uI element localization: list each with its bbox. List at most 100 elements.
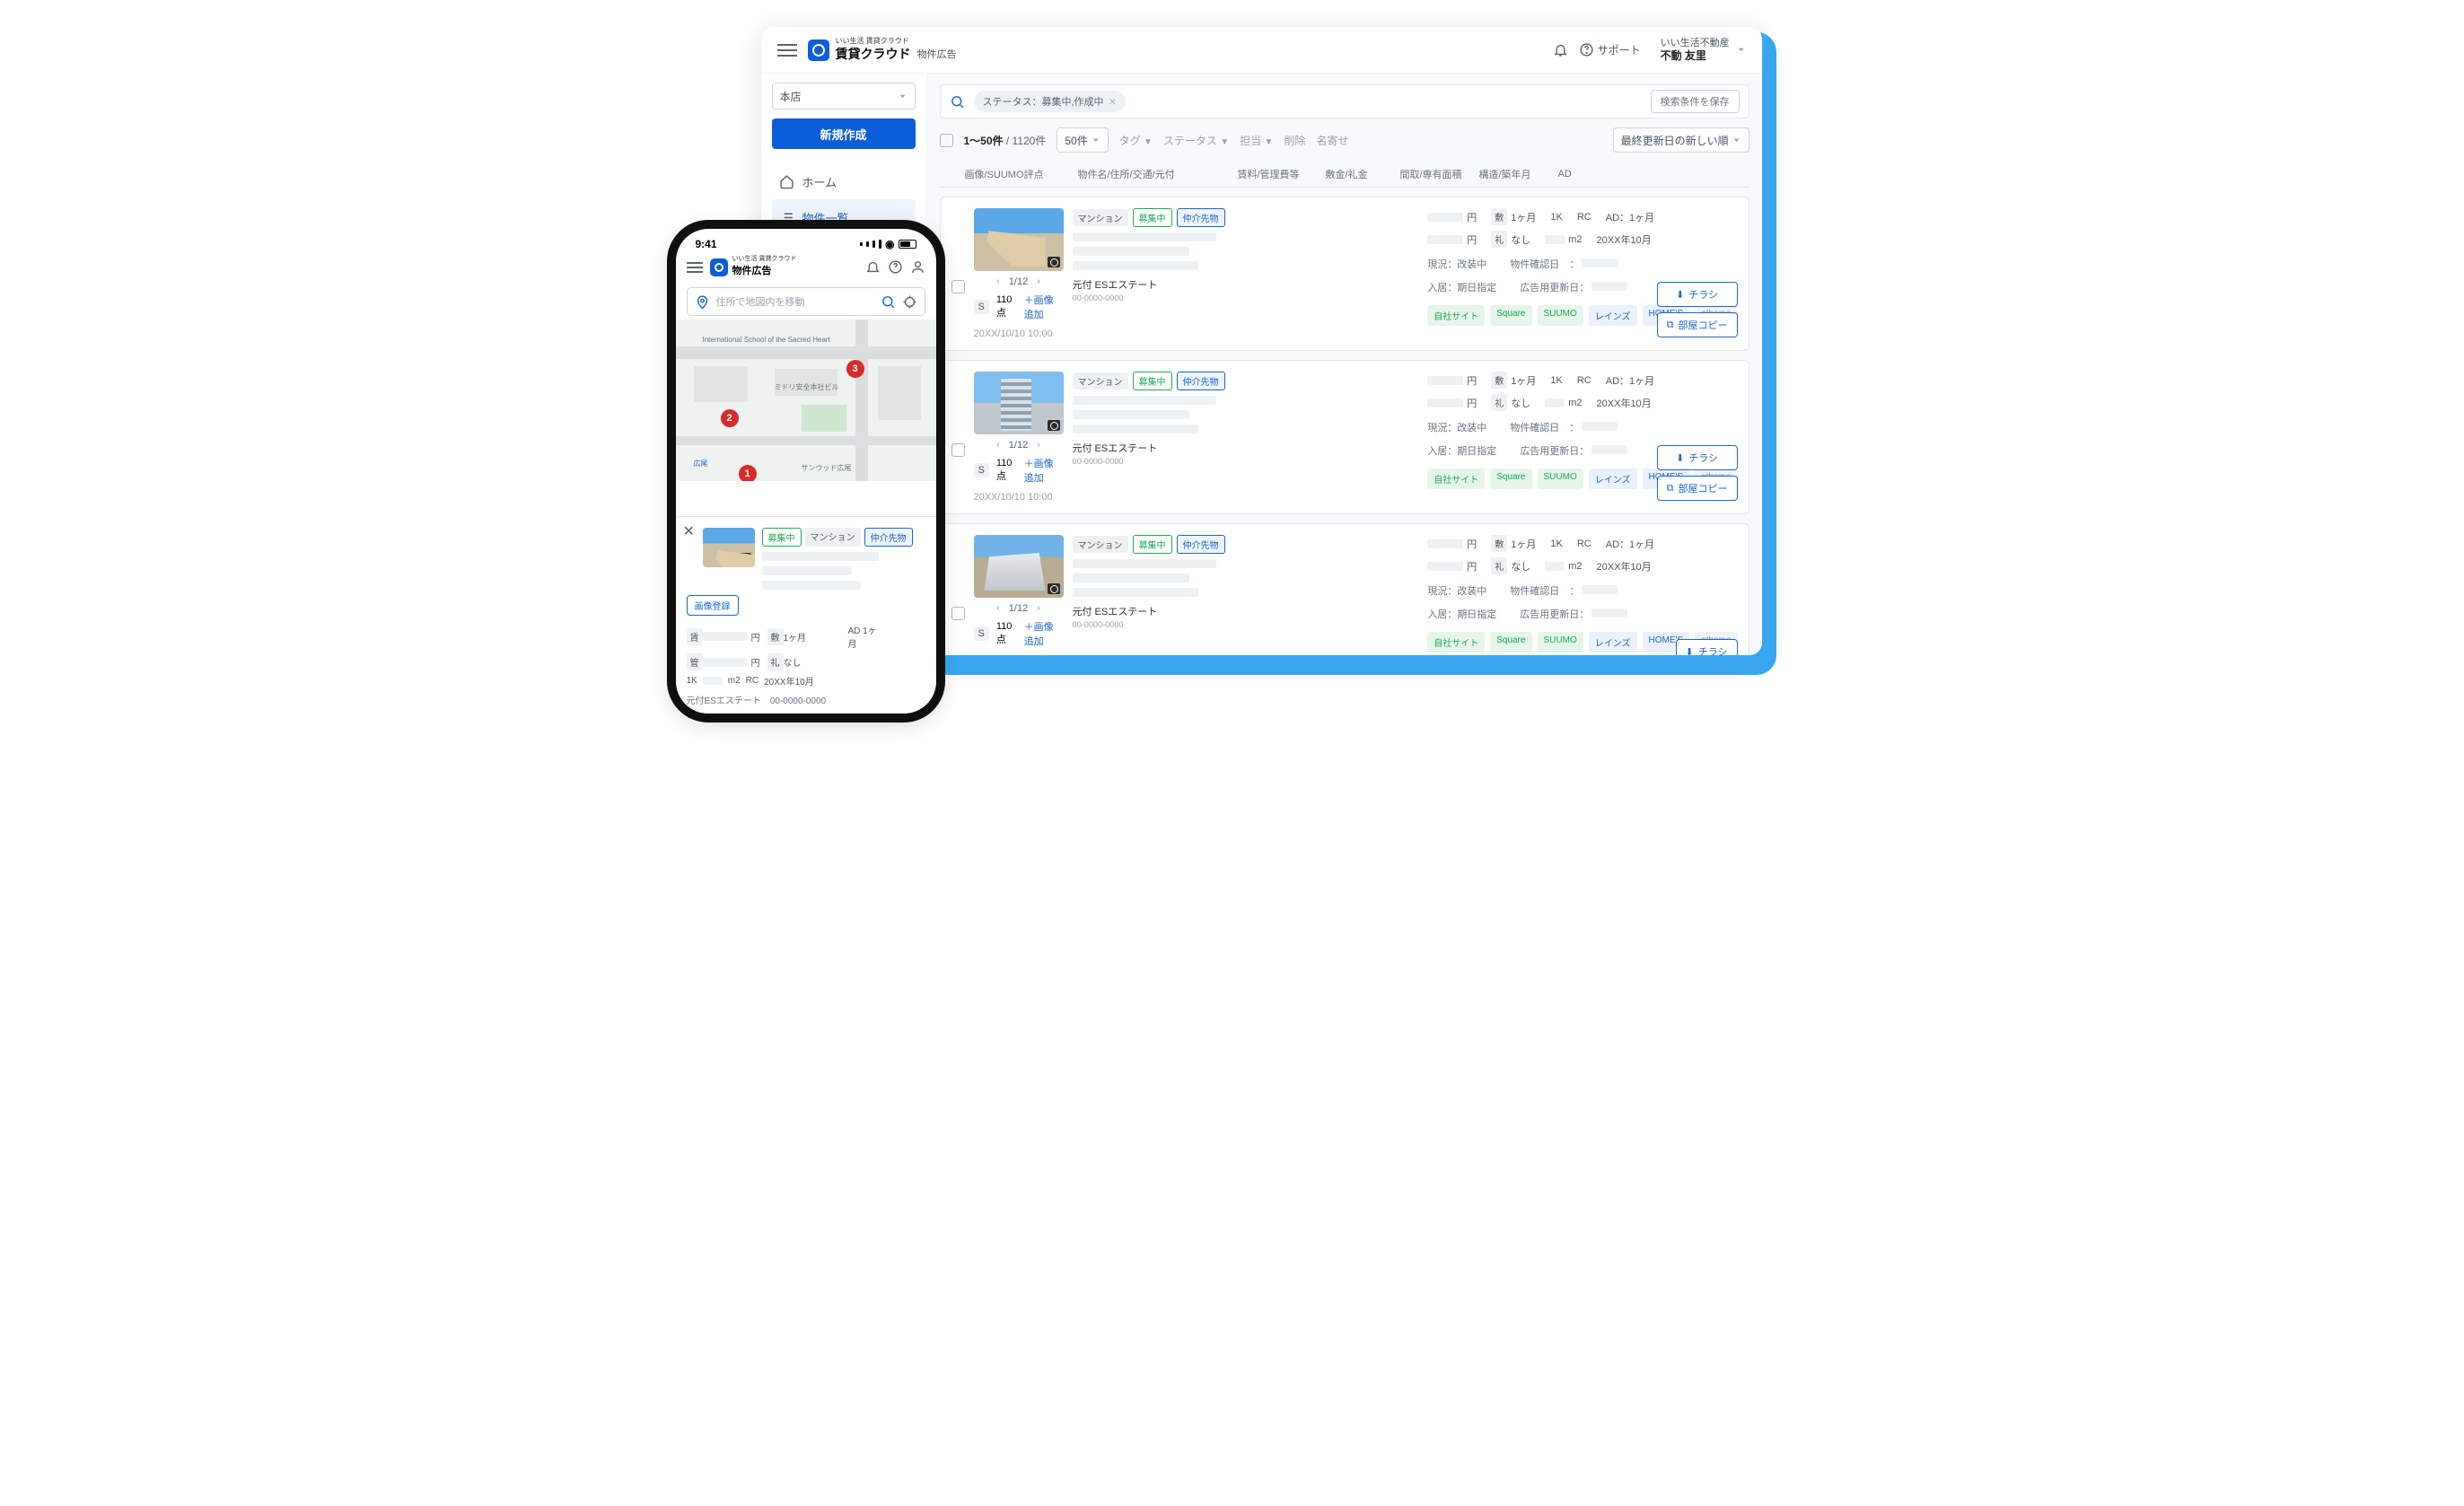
save-search-button[interactable]: 検索条件を保存 xyxy=(1651,90,1740,113)
flyer-button[interactable]: ⬇チラシ xyxy=(1657,282,1738,307)
close-icon[interactable]: ✕ xyxy=(683,522,695,540)
next-image-icon[interactable]: › xyxy=(1037,440,1040,451)
nav-home[interactable]: ホーム xyxy=(772,163,916,199)
status-tag: 募集中 xyxy=(1133,372,1172,390)
select-all-checkbox[interactable] xyxy=(940,134,953,147)
portal-badge: Square xyxy=(1490,305,1531,326)
mobile-search[interactable]: 住所で地図内を移動 xyxy=(687,287,925,316)
thumbnail[interactable] xyxy=(974,535,1064,598)
map-pin[interactable]: 1 xyxy=(739,465,757,481)
property-row[interactable]: ‹1/12› S110点＋画像追加 20XX/10/10 10:00 マンション… xyxy=(940,360,1749,514)
prev-image-icon[interactable]: ‹ xyxy=(996,440,1000,451)
mobile-menu-icon[interactable] xyxy=(687,262,703,273)
map-pin[interactable]: 2 xyxy=(721,409,739,427)
portal-badge: SUUMO xyxy=(1538,632,1583,652)
status-filter[interactable]: ステータス ▼ xyxy=(1163,133,1229,148)
camera-icon xyxy=(1048,583,1060,594)
add-image-link[interactable]: ＋画像追加 xyxy=(1024,293,1064,321)
assignee-filter[interactable]: 担当 ▼ xyxy=(1240,133,1273,148)
page-size-select[interactable]: 50件▼ xyxy=(1057,127,1108,153)
download-icon: ⬇ xyxy=(1676,452,1684,464)
download-icon: ⬇ xyxy=(1686,646,1694,656)
flyer-button[interactable]: ⬇チラシ xyxy=(1657,445,1738,470)
brand-name: 賃貸クラウド xyxy=(836,47,911,61)
locate-icon[interactable] xyxy=(902,294,917,310)
add-image-link[interactable]: ＋画像追加 xyxy=(1024,456,1064,485)
chip-remove-icon[interactable]: ✕ xyxy=(1109,96,1117,108)
property-row[interactable]: ‹1/12› S110点＋画像追加 20XX/10/10 10:00 マンション… xyxy=(940,197,1749,351)
map-pin[interactable]: 3 xyxy=(846,360,864,378)
camera-icon xyxy=(1048,257,1060,267)
status-tag: 募集中 xyxy=(1133,208,1172,227)
portal-badge: 自社サイト xyxy=(1427,468,1485,489)
row-checkbox[interactable] xyxy=(951,607,965,620)
merge-action[interactable]: 名寄せ xyxy=(1316,133,1348,148)
type-tag: マンション xyxy=(1073,372,1128,390)
logo-icon xyxy=(710,258,728,276)
mobile-card-sheet: ✕ 募集中 マンション 仲介先物 画像登録 賃円 敷1ヶ月AD 1ヶ月 管円 礼… xyxy=(676,516,936,714)
bell-icon[interactable] xyxy=(1553,42,1568,57)
source-agent: 元付 ESエステート00-0000-0000 xyxy=(1073,441,1419,466)
user-icon[interactable] xyxy=(910,259,925,275)
logo-icon xyxy=(808,39,829,61)
mobile-logo: いい生活 賃貸クラウド物件広告 xyxy=(710,256,797,278)
row-checkbox[interactable] xyxy=(951,280,965,293)
search-bar[interactable]: ステータス：募集中,作成中✕ 検索条件を保存 xyxy=(940,84,1749,118)
next-image-icon[interactable]: › xyxy=(1037,276,1040,287)
prev-image-icon[interactable]: ‹ xyxy=(996,276,1000,287)
score-badge: S xyxy=(974,463,989,477)
filter-chip[interactable]: ステータス：募集中,作成中✕ xyxy=(974,91,1126,112)
list-icon xyxy=(779,210,794,225)
pin-icon xyxy=(695,294,710,310)
thumbnail[interactable] xyxy=(974,208,1064,271)
portal-badge: Square xyxy=(1490,632,1531,652)
support-link[interactable]: サポート xyxy=(1579,42,1641,57)
status-tag: 募集中 xyxy=(1133,535,1172,554)
mobile-top-bar: いい生活 賃貸クラウド物件広告 xyxy=(676,250,936,284)
chevron-down-icon: ▼ xyxy=(1737,47,1746,54)
add-image-link[interactable]: ＋画像追加 xyxy=(1024,619,1064,648)
row-checkbox[interactable] xyxy=(951,443,965,457)
type-tag: マンション xyxy=(1073,536,1128,553)
thumbnail[interactable] xyxy=(974,372,1064,434)
help-icon[interactable] xyxy=(888,259,903,275)
prev-image-icon[interactable]: ‹ xyxy=(996,603,1000,614)
bell-icon[interactable] xyxy=(865,259,881,275)
timestamp: 20XX/10/10 10:00 xyxy=(974,492,1064,503)
chevron-down-icon: ▼ xyxy=(899,93,908,100)
mobile-device: 9:41 ◉ いい生活 賃貸クラウド物件広告 住所で地図内を移動 Interna… xyxy=(676,229,936,714)
register-image-button[interactable]: 画像登録 xyxy=(687,595,739,616)
search-icon[interactable] xyxy=(881,294,896,310)
portal-badge: Square xyxy=(1490,468,1531,489)
property-row[interactable]: ‹1/12› S110点＋画像追加 20XX/10/10 10:00 マンション… xyxy=(940,523,1749,655)
battery-icon xyxy=(899,240,916,249)
timestamp: 20XX/10/10 10:00 xyxy=(974,328,1064,339)
camera-icon xyxy=(1048,420,1060,431)
account-menu[interactable]: いい生活不動産不動 友里 ▼ xyxy=(1661,37,1746,64)
room-copy-button[interactable]: ⧉部屋コピー xyxy=(1657,312,1738,337)
signal-icon: ◉ xyxy=(860,238,916,250)
sort-select[interactable]: 最終更新日の新しい順▼ xyxy=(1613,127,1749,153)
source-agent: 元付 ESエステート00-0000-0000 xyxy=(1073,604,1419,629)
thumbnail[interactable] xyxy=(703,528,755,567)
brand-small: いい生活 賃貸クラウド xyxy=(836,38,911,45)
broker-tag: 仲介先物 xyxy=(1177,535,1225,554)
delete-action[interactable]: 削除 xyxy=(1284,133,1305,148)
new-button[interactable]: 新規作成 xyxy=(772,118,916,149)
room-copy-button[interactable]: ⧉部屋コピー xyxy=(1657,476,1738,501)
download-icon: ⬇ xyxy=(1676,289,1684,301)
copy-icon: ⧉ xyxy=(1667,320,1674,331)
flyer-button[interactable]: ⬇チラシ xyxy=(1676,639,1738,655)
map[interactable]: International School of the Sacred Heart… xyxy=(676,320,936,481)
portal-badge: 自社サイト xyxy=(1427,305,1485,326)
broker-tag: 仲介先物 xyxy=(1177,208,1225,227)
top-bar: いい生活 賃貸クラウド賃貸クラウド 物件広告 サポート いい生活不動産不動 友里… xyxy=(761,27,1762,74)
tag-filter[interactable]: タグ ▼ xyxy=(1119,133,1153,148)
brand-label: 物件広告 xyxy=(917,47,957,61)
portal-badge: SUUMO xyxy=(1538,305,1583,326)
next-image-icon[interactable]: › xyxy=(1037,603,1040,614)
menu-icon[interactable] xyxy=(777,44,797,57)
camera-icon xyxy=(739,553,751,564)
store-select[interactable]: 本店▼ xyxy=(772,83,916,109)
portal-badge: SUUMO xyxy=(1538,468,1583,489)
